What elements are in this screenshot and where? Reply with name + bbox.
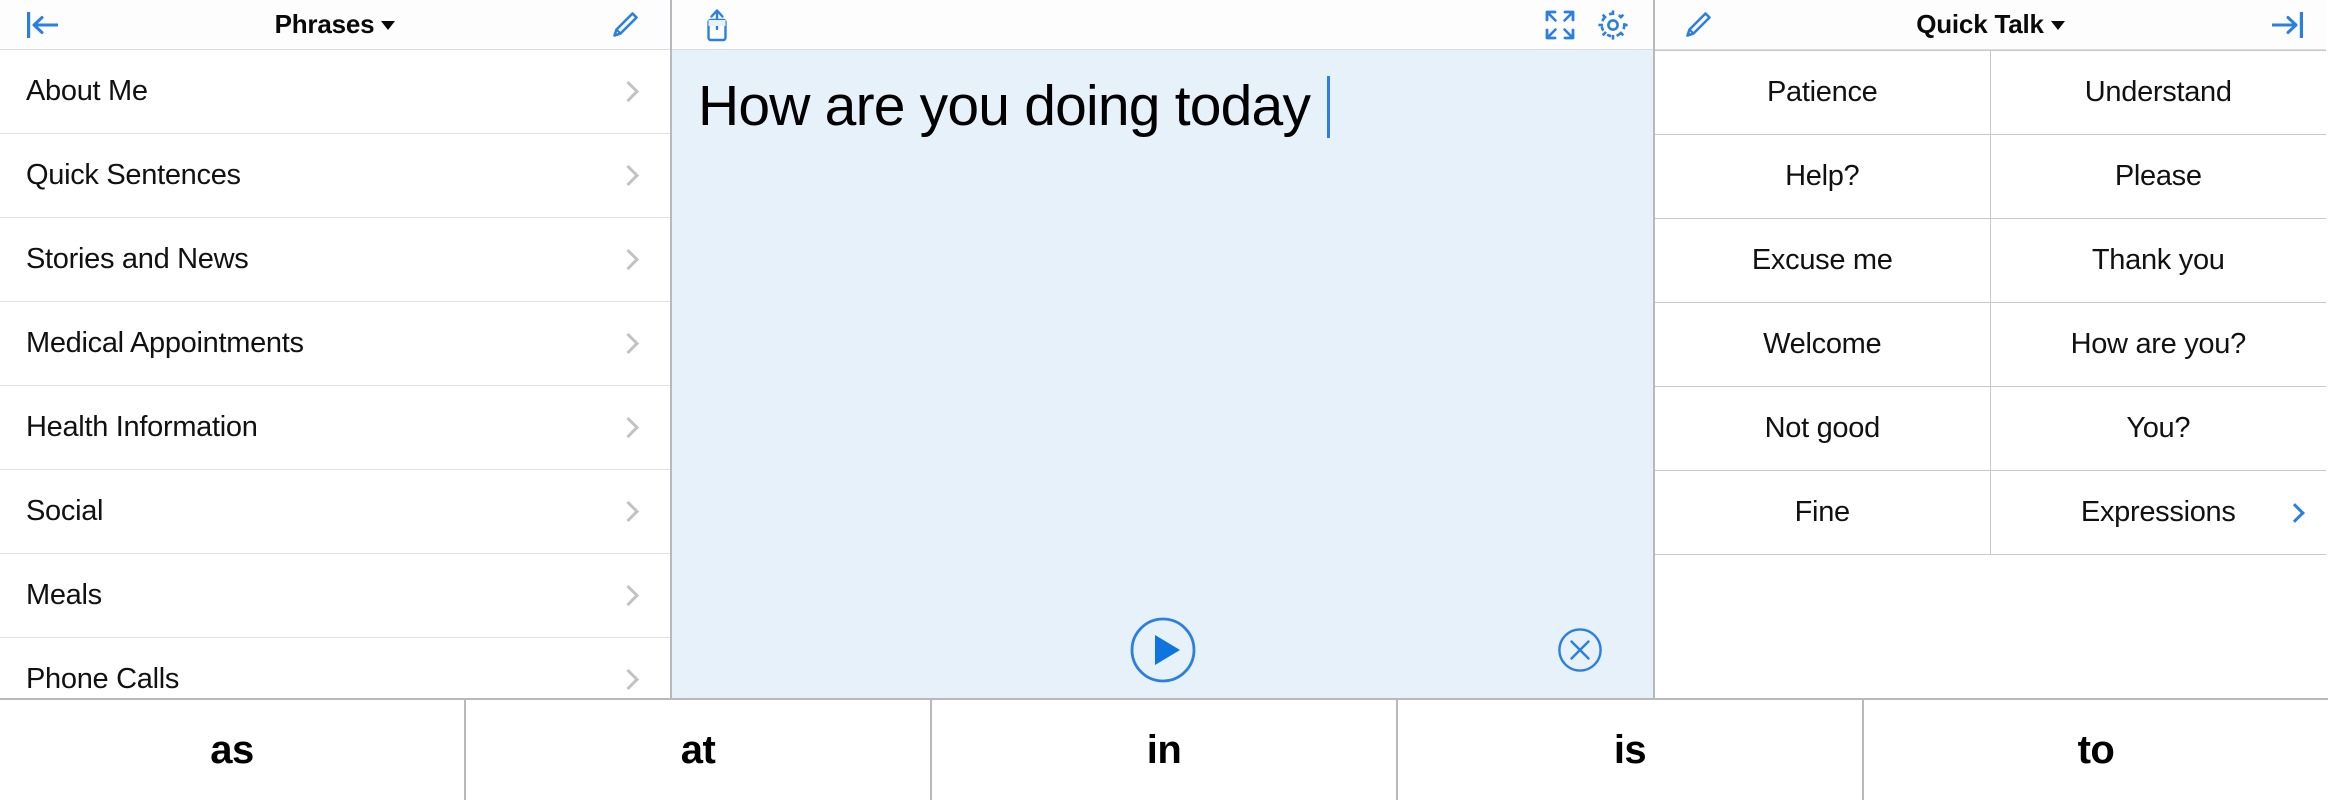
prediction-word-as[interactable]: as — [0, 700, 466, 800]
phrases-sidebar: Phrases About Me Quick Sentences Stories… — [0, 0, 672, 698]
composer-toolbar — [672, 0, 1653, 50]
prediction-word-at[interactable]: at — [466, 700, 932, 800]
sidebar-item-about-me[interactable]: About Me — [0, 50, 670, 134]
message-composer-panel: How are you doing today — [672, 0, 1655, 698]
chevron-right-icon — [617, 500, 640, 523]
chevron-right-icon — [617, 332, 640, 355]
prediction-word-to[interactable]: to — [1864, 700, 2328, 800]
sidebar-title[interactable]: Phrases — [0, 9, 670, 40]
gear-icon[interactable] — [1595, 7, 1631, 43]
chevron-right-icon — [2285, 502, 2305, 523]
sidebar-title-text: Phrases — [274, 9, 375, 39]
quick-talk-cell-fine[interactable]: Fine — [1655, 471, 1991, 555]
panels-region: Phrases About Me Quick Sentences Stories… — [0, 0, 2328, 698]
sidebar-item-label: About Me — [26, 75, 148, 107]
pencil-edit-icon[interactable] — [1681, 8, 1715, 42]
quick-talk-grid: Patience Understand Help? Please Excuse … — [1655, 50, 2326, 555]
quick-talk-cell-patience[interactable]: Patience — [1655, 51, 1991, 135]
quick-talk-cell-excuse-me[interactable]: Excuse me — [1655, 219, 1991, 303]
sidebar-item-medical-appointments[interactable]: Medical Appointments — [0, 302, 670, 386]
quick-talk-title-text: Quick Talk — [1916, 9, 2044, 39]
quick-talk-cell-welcome[interactable]: Welcome — [1655, 303, 1991, 387]
quick-talk-cell-you[interactable]: You? — [1990, 387, 2326, 471]
composer-footer — [672, 602, 1653, 698]
chevron-down-icon — [381, 21, 396, 30]
clear-circle-x-icon[interactable] — [1557, 627, 1603, 673]
quick-talk-cell-how-are-you[interactable]: How are you? — [1990, 303, 2326, 387]
sidebar-item-social[interactable]: Social — [0, 470, 670, 554]
prediction-word-is[interactable]: is — [1398, 700, 1864, 800]
collapse-right-icon[interactable] — [2270, 10, 2304, 40]
quick-talk-cell-not-good[interactable]: Not good — [1655, 387, 1991, 471]
play-icon[interactable] — [1129, 616, 1197, 684]
quick-talk-panel: Quick Talk Patience Understand Help? Ple… — [1655, 0, 2326, 698]
cell-label: Understand — [2084, 76, 2232, 108]
cell-label: Expressions — [2080, 496, 2236, 528]
phrases-list: About Me Quick Sentences Stories and New… — [0, 50, 670, 698]
quick-talk-empty-area — [1655, 555, 2326, 698]
sidebar-item-label: Stories and News — [26, 243, 249, 275]
cell-label: Help? — [1785, 160, 1860, 192]
chevron-right-icon — [617, 584, 640, 607]
cell-label: Welcome — [1763, 328, 1882, 360]
sidebar-item-health-information[interactable]: Health Information — [0, 386, 670, 470]
message-text-area[interactable]: How are you doing today — [672, 50, 1653, 602]
sidebar-item-label: Social — [26, 495, 104, 527]
chevron-right-icon — [617, 80, 640, 103]
text-cursor — [1327, 76, 1331, 138]
sidebar-header: Phrases — [0, 0, 670, 50]
quick-talk-cell-expressions[interactable]: Expressions — [1990, 471, 2326, 555]
cell-label: Fine — [1794, 496, 1851, 528]
quick-talk-cell-understand[interactable]: Understand — [1990, 51, 2326, 135]
cell-label: Not good — [1764, 412, 1881, 444]
sidebar-item-label: Medical Appointments — [26, 327, 304, 359]
word-prediction-bar: as at in is to — [0, 698, 2328, 800]
sidebar-item-label: Phone Calls — [26, 663, 180, 695]
sidebar-item-quick-sentences[interactable]: Quick Sentences — [0, 134, 670, 218]
cell-label: You? — [2126, 412, 2191, 444]
message-text: How are you doing today — [698, 74, 1326, 138]
quick-talk-cell-thank-you[interactable]: Thank you — [1990, 219, 2326, 303]
chevron-right-icon — [617, 248, 640, 271]
cell-label: How are you? — [2070, 328, 2247, 360]
sidebar-item-stories-and-news[interactable]: Stories and News — [0, 218, 670, 302]
quick-talk-cell-please[interactable]: Please — [1990, 135, 2326, 219]
chevron-right-icon — [617, 416, 640, 439]
back-to-start-icon[interactable] — [26, 10, 60, 40]
expand-fullscreen-icon[interactable] — [1543, 8, 1577, 42]
quick-talk-cell-help[interactable]: Help? — [1655, 135, 1991, 219]
share-icon[interactable] — [702, 7, 732, 43]
sidebar-item-label: Meals — [26, 579, 102, 611]
pencil-edit-icon[interactable] — [608, 8, 642, 42]
cell-label: Thank you — [2091, 244, 2225, 276]
chevron-right-icon — [617, 668, 640, 691]
quick-talk-header: Quick Talk — [1655, 0, 2326, 50]
sidebar-item-label: Quick Sentences — [26, 159, 241, 191]
cell-label: Please — [2114, 160, 2202, 192]
sidebar-item-meals[interactable]: Meals — [0, 554, 670, 638]
chevron-down-icon — [2050, 21, 2065, 30]
quick-talk-title[interactable]: Quick Talk — [1655, 9, 2326, 40]
chevron-right-icon — [617, 164, 640, 187]
cell-label: Patience — [1767, 76, 1878, 108]
prediction-word-in[interactable]: in — [932, 700, 1398, 800]
composer-toolbar-right — [1543, 7, 1631, 43]
sidebar-item-phone-calls[interactable]: Phone Calls — [0, 638, 670, 698]
sidebar-item-label: Health Information — [26, 411, 258, 443]
aac-app-window: Phrases About Me Quick Sentences Stories… — [0, 0, 2328, 800]
cell-label: Excuse me — [1751, 244, 1893, 276]
